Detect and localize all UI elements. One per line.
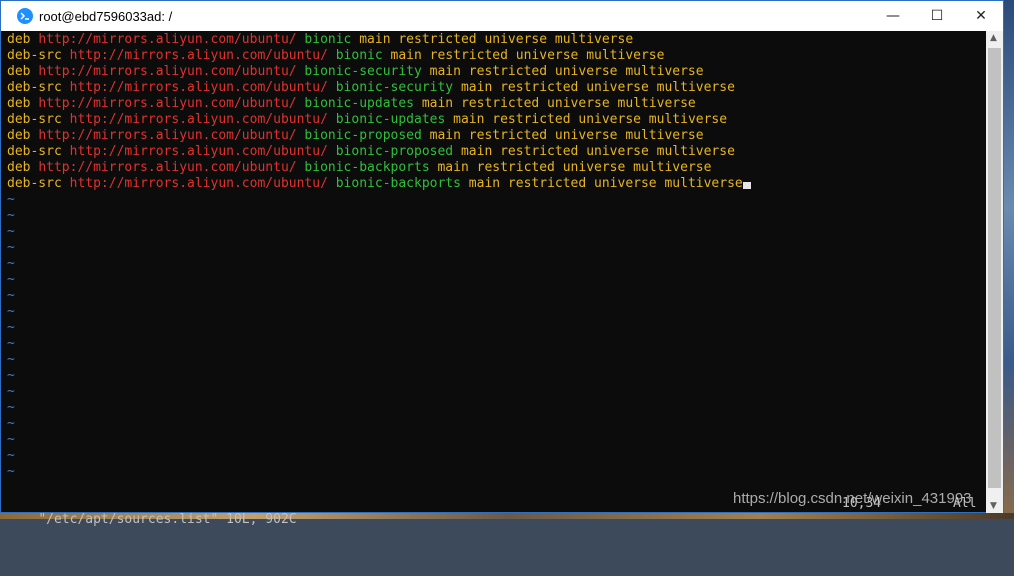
- line-url: http://mirrors.aliyun.com/ubuntu/: [69, 112, 328, 127]
- line-components: main restricted universe multiverse: [468, 176, 743, 191]
- line-type: deb-src: [7, 112, 62, 127]
- line-suite: bionic-backports: [335, 176, 461, 191]
- line-url: http://mirrors.aliyun.com/ubuntu/: [38, 96, 297, 111]
- line-suite: bionic-security: [304, 64, 422, 79]
- line-suite: bionic-security: [335, 80, 454, 95]
- window-controls: — ☐ ✕: [871, 1, 1003, 31]
- text-cursor: [742, 182, 751, 189]
- line-type: deb: [7, 96, 31, 111]
- status-file-info: "/etc/apt/sources.list" 10L, 902C: [38, 512, 297, 527]
- line-suite: bionic: [304, 32, 352, 47]
- line-type: deb-src: [7, 144, 62, 159]
- line-url: http://mirrors.aliyun.com/ubuntu/: [69, 144, 328, 159]
- empty-line-marker: ~: [7, 272, 15, 287]
- line-components: main restricted universe multiverse: [453, 112, 728, 127]
- line-suite: bionic: [335, 48, 383, 63]
- desktop-background-right: [1004, 0, 1014, 519]
- line-components: main restricted universe multiverse: [429, 64, 704, 79]
- line-url: http://mirrors.aliyun.com/ubuntu/: [38, 160, 297, 175]
- line-url: http://mirrors.aliyun.com/ubuntu/: [38, 64, 297, 79]
- watermark: https://blog.csdn.net/weixin_431993: [733, 490, 972, 507]
- sources-line: deb-src http://mirrors.aliyun.com/ubuntu…: [7, 112, 987, 128]
- scroll-down-arrow-icon[interactable]: ▼: [990, 501, 997, 511]
- line-url: http://mirrors.aliyun.com/ubuntu/: [38, 32, 297, 47]
- sources-line: deb http://mirrors.aliyun.com/ubuntu/ bi…: [7, 128, 987, 144]
- line-components: main restricted universe multiverse: [359, 32, 634, 47]
- line-url: http://mirrors.aliyun.com/ubuntu/: [69, 48, 328, 63]
- empty-line-marker: ~: [7, 320, 15, 335]
- maximize-button[interactable]: ☐: [915, 1, 959, 31]
- sources-line: deb http://mirrors.aliyun.com/ubuntu/ bi…: [7, 64, 987, 80]
- empty-line-marker: ~: [7, 288, 15, 303]
- scrollbar-thumb[interactable]: [988, 48, 1001, 488]
- title-bar[interactable]: root@ebd7596033ad: / — ☐ ✕: [1, 1, 1003, 31]
- line-components: main restricted universe multiverse: [460, 144, 735, 159]
- sources-line: deb http://mirrors.aliyun.com/ubuntu/ bi…: [7, 96, 987, 112]
- line-components: main restricted universe multiverse: [429, 128, 704, 143]
- sources-line: deb-src http://mirrors.aliyun.com/ubuntu…: [7, 80, 987, 96]
- empty-line-marker: ~: [7, 336, 15, 351]
- line-type: deb-src: [7, 48, 62, 63]
- empty-line-marker: ~: [7, 464, 15, 479]
- empty-line-marker: ~: [7, 208, 15, 223]
- minimize-button[interactable]: —: [871, 1, 915, 31]
- empty-line-marker: ~: [7, 416, 15, 431]
- empty-line-marker: ~: [7, 400, 15, 415]
- line-type: deb-src: [7, 176, 62, 191]
- empty-line-marker: ~: [7, 352, 15, 367]
- line-components: main restricted universe multiverse: [390, 48, 665, 63]
- sources-line: deb-src http://mirrors.aliyun.com/ubuntu…: [7, 144, 987, 160]
- empty-line-marker: ~: [7, 304, 15, 319]
- line-type: deb-src: [7, 80, 62, 95]
- terminal-content[interactable]: deb http://mirrors.aliyun.com/ubuntu/ bi…: [7, 32, 987, 512]
- line-components: main restricted universe multiverse: [437, 160, 712, 175]
- empty-line-marker: ~: [7, 240, 15, 255]
- line-components: main restricted universe multiverse: [421, 96, 696, 111]
- line-type: deb: [7, 128, 31, 143]
- line-components: main restricted universe multiverse: [460, 80, 735, 95]
- line-type: deb: [7, 160, 31, 175]
- close-button[interactable]: ✕: [959, 1, 1003, 31]
- empty-line-marker: ~: [7, 224, 15, 239]
- terminal-app-icon: [17, 8, 33, 24]
- line-suite: bionic-updates: [335, 112, 446, 127]
- empty-line-marker: ~: [7, 192, 15, 207]
- line-url: http://mirrors.aliyun.com/ubuntu/: [38, 128, 297, 143]
- line-url: http://mirrors.aliyun.com/ubuntu/: [69, 80, 328, 95]
- line-type: deb: [7, 64, 31, 79]
- sources-line: deb-src http://mirrors.aliyun.com/ubuntu…: [7, 48, 987, 64]
- empty-line-marker: ~: [7, 448, 15, 463]
- empty-line-marker: ~: [7, 384, 15, 399]
- terminal-window: root@ebd7596033ad: / — ☐ ✕ deb http://mi…: [0, 0, 1004, 527]
- line-type: deb: [7, 32, 31, 47]
- sources-line: deb http://mirrors.aliyun.com/ubuntu/ bi…: [7, 32, 987, 48]
- sources-line: deb-src http://mirrors.aliyun.com/ubuntu…: [7, 176, 987, 192]
- vertical-scrollbar[interactable]: ▲ ▼: [986, 31, 1003, 513]
- line-suite: bionic-backports: [304, 160, 430, 175]
- line-suite: bionic-proposed: [335, 144, 454, 159]
- line-suite: bionic-updates: [304, 96, 414, 111]
- empty-line-marker: ~: [7, 368, 15, 383]
- empty-line-marker: ~: [7, 432, 15, 447]
- line-suite: bionic-proposed: [304, 128, 422, 143]
- sources-line: deb http://mirrors.aliyun.com/ubuntu/ bi…: [7, 160, 987, 176]
- line-url: http://mirrors.aliyun.com/ubuntu/: [69, 176, 328, 191]
- empty-line-marker: ~: [7, 256, 15, 271]
- window-title: root@ebd7596033ad: /: [39, 8, 173, 24]
- scroll-up-arrow-icon[interactable]: ▲: [990, 33, 997, 43]
